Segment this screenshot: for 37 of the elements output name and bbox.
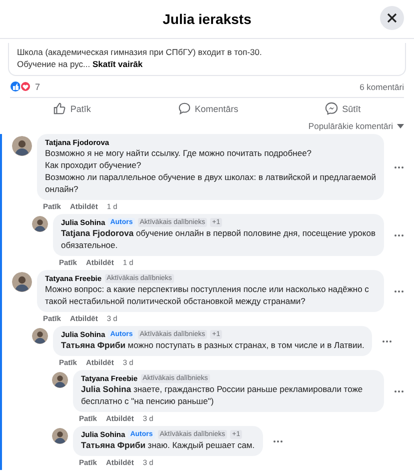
- avatar[interactable]: [32, 216, 48, 232]
- comment-button[interactable]: Komentārs: [158, 98, 258, 119]
- avatar[interactable]: [12, 136, 32, 156]
- more-options-icon[interactable]: [394, 390, 404, 392]
- comment-count[interactable]: 6 komentāri: [360, 82, 404, 92]
- reaction-count[interactable]: 7: [35, 82, 40, 92]
- speech-bubble-icon: [178, 102, 191, 115]
- comment-text: Julia Sohina знаете, гражданство России раньше рекламировали тоже бесплатно с "на пенсию раньше"): [81, 383, 364, 407]
- send-button[interactable]: Sūtīt: [305, 98, 381, 119]
- comment-text: Возможно я не могу найти ссылку. Где можно почитать подробнее?: [45, 147, 313, 159]
- more-options-icon[interactable]: [394, 290, 404, 292]
- comment-text: Как проходит обучение?: [45, 159, 142, 171]
- avatar[interactable]: [52, 428, 68, 444]
- avatar[interactable]: [32, 328, 48, 344]
- dialog-title: Julia ieraksts: [162, 11, 252, 27]
- comment-text: Татьяна Фриби знаю. Каждый решает сам.: [81, 439, 255, 451]
- comment-text: Татьяна Фриби можно поступать в разных странах, в том числе и в Латвии.: [61, 339, 364, 351]
- comment-text: Возможно ли параллельное обучение в двух школах: в латвийской и предлагаемой онлайн?: [45, 171, 376, 195]
- more-options-icon[interactable]: [382, 340, 392, 342]
- avatar[interactable]: [52, 372, 68, 388]
- close-button[interactable]: [380, 6, 404, 30]
- more-options-icon[interactable]: [272, 440, 283, 442]
- reaction-icons[interactable]: [10, 81, 32, 92]
- post-text: Школа (академическая гимназия при СПбГУ) входит в топ-30.: [17, 46, 263, 58]
- avatar[interactable]: [12, 272, 32, 292]
- caret-icon: [397, 124, 404, 128]
- comment-text: Можно вопрос: а какие перспективы поступления после или насколько надёжно с такой нестабильной политической обстановкой между странами?: [45, 283, 370, 307]
- thumbs-up-icon: [53, 102, 66, 115]
- post-text: Обучение на рус...: [17, 59, 90, 69]
- sort-dropdown[interactable]: Populārākie komentāri: [308, 121, 404, 131]
- see-more-link[interactable]: Skatīt vairāk: [92, 59, 143, 69]
- more-options-icon[interactable]: [394, 234, 404, 236]
- comment-text: Tatjana Fjodorova обучение онлайн в первой половине дня, посещение уроков обязательное.: [61, 227, 376, 251]
- like-button[interactable]: Patīk: [33, 98, 111, 119]
- messenger-icon: [325, 102, 338, 115]
- more-options-icon[interactable]: [394, 166, 404, 168]
- close-icon: [387, 13, 397, 23]
